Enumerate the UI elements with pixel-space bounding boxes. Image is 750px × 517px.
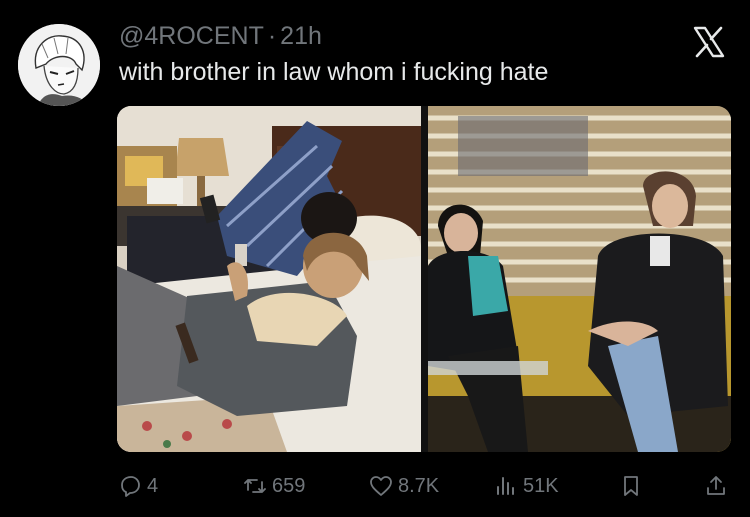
- views-count: 51K: [523, 474, 559, 497]
- avatar[interactable]: [18, 24, 100, 106]
- like-count: 8.7K: [398, 474, 440, 497]
- share-button[interactable]: [704, 468, 733, 504]
- x-logo-icon[interactable]: [693, 26, 725, 58]
- action-bar: 4 659 8.7K 51K: [0, 468, 750, 504]
- reply-icon: [121, 476, 140, 497]
- retweet-icon: [244, 479, 266, 493]
- heart-icon: [370, 476, 392, 496]
- tweet-header: @4ROCENT · 21h: [119, 22, 322, 51]
- bookmark-icon: [624, 476, 638, 496]
- anime-portrait-icon: [18, 24, 100, 106]
- media-container[interactable]: [117, 106, 731, 452]
- retweet-button[interactable]: 659: [243, 468, 305, 504]
- separator-dot: ·: [267, 22, 277, 50]
- bookmark-button[interactable]: [619, 468, 648, 504]
- tweet-text: with brother in law whom i fucking hate: [119, 58, 549, 86]
- views-icon: [497, 477, 514, 495]
- share-icon: [707, 476, 725, 495]
- timestamp[interactable]: 21h: [280, 22, 322, 50]
- retweet-count: 659: [272, 474, 306, 497]
- photo-bedroom[interactable]: [117, 106, 421, 452]
- user-handle[interactable]: @4ROCENT: [119, 22, 264, 50]
- views-button[interactable]: 51K: [494, 468, 559, 504]
- reply-count: 4: [147, 474, 159, 497]
- like-button[interactable]: 8.7K: [369, 468, 439, 504]
- photo-chairs[interactable]: [428, 106, 731, 452]
- reply-button[interactable]: 4: [118, 468, 158, 504]
